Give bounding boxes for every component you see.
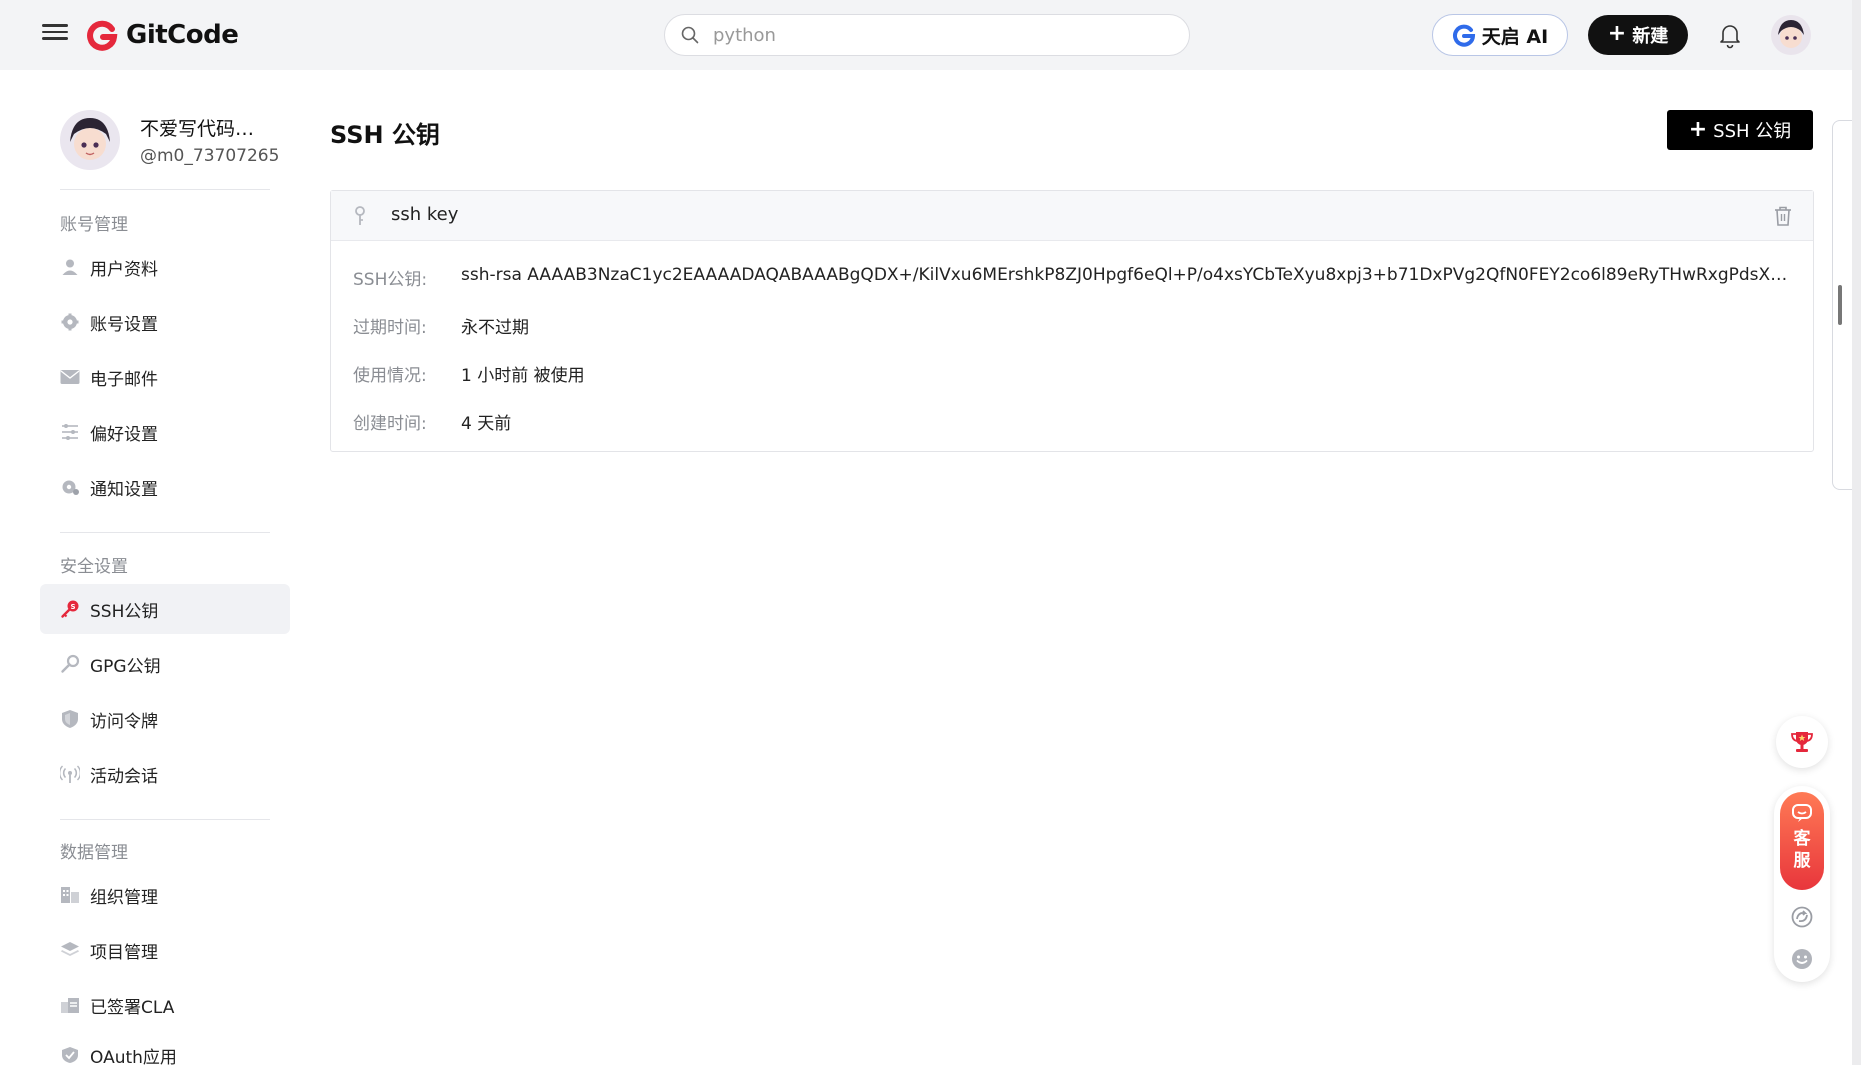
sidebar-item-preferences[interactable]: 偏好设置	[40, 407, 290, 457]
ssh-key-icon: S	[60, 599, 80, 619]
profile-card: 不爱写代码… @m0_73707265	[60, 110, 290, 176]
profile-avatar[interactable]	[60, 110, 120, 170]
key-row-created: 创建时间: 4 天前	[331, 409, 1813, 439]
support-tool-group: 客服	[1774, 786, 1830, 982]
ssh-key-card: ssh key SSH公钥: ssh-rsa AAAAB3NzaC1yc2EAA…	[330, 190, 1814, 452]
sidebar-item-label: SSH公钥	[90, 601, 159, 622]
section-title-security: 安全设置	[60, 557, 128, 577]
sidebar-divider	[60, 189, 270, 190]
layers-icon	[60, 940, 80, 960]
sidebar-item-notifications[interactable]: 通知设置	[40, 462, 290, 512]
sidebar-item-account-settings[interactable]: 账号设置	[40, 297, 290, 347]
top-header: GitCode 天启 AI + 新建	[0, 0, 1861, 70]
sidebar-item-access-tokens[interactable]: 访问令牌	[40, 694, 290, 744]
add-ssh-key-button[interactable]: + SSH 公钥	[1667, 110, 1813, 150]
mail-icon	[60, 367, 80, 387]
signed-document-icon	[60, 995, 80, 1015]
refresh-swirl-icon[interactable]	[1791, 906, 1813, 928]
key-row-usage: 使用情况: 1 小时前 被使用	[331, 361, 1813, 391]
building-icon	[60, 885, 80, 905]
broadcast-icon	[60, 764, 80, 784]
oauth-app-icon	[60, 1045, 80, 1065]
key-row-label: 过期时间:	[353, 318, 427, 338]
sidebar-item-label: 访问令牌	[90, 711, 158, 732]
hamburger-menu-icon[interactable]	[42, 20, 68, 46]
side-drawer-tab[interactable]	[1832, 120, 1854, 490]
sidebar-item-label: 电子邮件	[90, 369, 158, 390]
plus-icon: +	[1688, 116, 1708, 142]
sidebar-item-label: OAuth应用	[90, 1047, 177, 1065]
new-button[interactable]: + 新建	[1588, 15, 1688, 55]
svg-text:S: S	[70, 603, 75, 611]
search-icon	[681, 26, 699, 44]
section-title-data: 数据管理	[60, 843, 128, 863]
shield-icon	[60, 709, 80, 729]
notification-settings-icon	[60, 477, 80, 497]
sidebar-item-oauth-apps[interactable]: OAuth应用	[40, 1030, 290, 1065]
sidebar-item-label: 组织管理	[90, 887, 158, 908]
sidebar-item-active-sessions[interactable]: 活动会话	[40, 749, 290, 799]
ssh-public-key-value: ssh-rsa AAAAB3NzaC1yc2EAAAADAQABAAABgQDX…	[461, 265, 1796, 285]
sidebar-item-label: 账号设置	[90, 314, 158, 335]
sidebar-item-label: 已签署CLA	[90, 997, 175, 1018]
tianqi-ai-button[interactable]: 天启 AI	[1432, 14, 1568, 56]
sidebar-item-label: GPG公钥	[90, 656, 161, 677]
scrollbar-thumb[interactable]	[1838, 285, 1842, 325]
headset-icon	[1792, 804, 1812, 822]
trophy-icon[interactable]	[1776, 716, 1828, 768]
sidebar-divider	[60, 819, 270, 820]
sidebar-item-label: 用户资料	[90, 259, 158, 280]
expiry-value: 永不过期	[461, 318, 529, 338]
user-icon	[60, 257, 80, 277]
user-avatar[interactable]	[1771, 15, 1811, 55]
key-row-label: 创建时间:	[353, 414, 427, 434]
sidebar-item-label: 活动会话	[90, 766, 158, 787]
sidebar-item-user-profile[interactable]: 用户资料	[40, 242, 290, 292]
ai-button-label: 天启 AI	[1481, 25, 1549, 48]
window-edge	[1852, 0, 1861, 1065]
logo-text: GitCode	[126, 20, 239, 50]
sidebar-item-label: 偏好设置	[90, 424, 158, 445]
ai-logo-icon	[1452, 24, 1475, 47]
customer-service-label: 客服	[1793, 829, 1811, 871]
ssh-key-card-header: ssh key	[331, 191, 1813, 241]
delete-key-trash-icon[interactable]	[1773, 205, 1793, 231]
key-row-label: 使用情况:	[353, 366, 427, 386]
sidebar-item-ssh-keys[interactable]: S SSH公钥	[40, 584, 290, 634]
sidebar-divider	[60, 532, 270, 533]
gear-icon	[60, 312, 80, 332]
gitcode-logo[interactable]: GitCode	[86, 17, 239, 53]
profile-handle: @m0_73707265	[140, 146, 280, 166]
sidebar-item-projects[interactable]: 项目管理	[40, 925, 290, 975]
floating-toolbar: 客服	[1773, 710, 1833, 985]
search-input[interactable]	[713, 24, 1153, 46]
sidebar-item-email[interactable]: 电子邮件	[40, 352, 290, 402]
profile-name: 不爱写代码…	[140, 118, 255, 140]
customer-service-button[interactable]: 客服	[1780, 792, 1824, 890]
gitcode-logo-icon	[87, 20, 118, 51]
key-row-fingerprint: SSH公钥: ssh-rsa AAAAB3NzaC1yc2EAAAADAQABA…	[331, 265, 1813, 295]
key-row-label: SSH公钥:	[353, 270, 428, 290]
plus-icon: +	[1607, 21, 1627, 46]
page-title: SSH 公钥	[330, 121, 440, 149]
sidebar-item-gpg-keys[interactable]: GPG公钥	[40, 639, 290, 689]
sliders-icon	[60, 422, 80, 442]
key-icon	[353, 206, 367, 230]
new-button-label: 新建	[1632, 26, 1669, 47]
settings-sidebar: 不爱写代码… @m0_73707265 账号管理 用户资料 账号设置 电子邮件 …	[40, 70, 290, 1065]
sidebar-item-organizations[interactable]: 组织管理	[40, 870, 290, 920]
smiley-feedback-icon[interactable]	[1791, 948, 1813, 970]
ssh-key-name: ssh key	[391, 204, 459, 225]
usage-value: 1 小时前 被使用	[461, 366, 585, 386]
add-ssh-key-label: SSH 公钥	[1713, 121, 1792, 142]
sidebar-item-label: 通知设置	[90, 479, 158, 500]
notification-bell-icon[interactable]	[1716, 20, 1744, 50]
created-value: 4 天前	[461, 414, 512, 434]
search-box[interactable]	[664, 14, 1190, 56]
section-title-account: 账号管理	[60, 215, 128, 235]
sidebar-item-signed-cla[interactable]: 已签署CLA	[40, 980, 290, 1030]
gpg-key-icon	[60, 654, 80, 674]
key-row-expiry: 过期时间: 永不过期	[331, 313, 1813, 343]
sidebar-item-label: 项目管理	[90, 942, 158, 963]
